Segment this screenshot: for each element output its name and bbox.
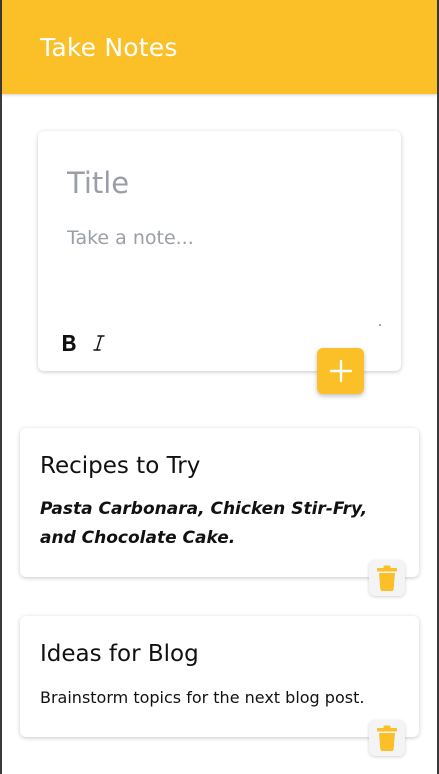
trash-icon	[377, 725, 397, 751]
app-title: Take Notes	[40, 33, 178, 62]
bold-icon[interactable]	[58, 331, 80, 355]
note-card: Ideas for Blog Brainstorm topics for the…	[20, 616, 419, 756]
note-content: Pasta Carbonara, Chicken Stir-Fry, and C…	[40, 499, 368, 548]
app-header: Take Notes	[2, 0, 437, 94]
note-composer	[38, 131, 401, 371]
title-input[interactable]	[67, 164, 377, 202]
note-title: Recipes to Try	[40, 453, 201, 479]
add-note-button[interactable]	[317, 348, 364, 394]
format-toolbar	[58, 331, 118, 355]
note-content-input[interactable]	[67, 227, 377, 317]
note-card: Recipes to Try Pasta Carbonara, Chicken …	[20, 428, 419, 596]
textarea-resize-mark	[379, 324, 381, 326]
note-content: Brainstorm topics for the next blog post…	[40, 688, 365, 707]
window-left-border	[0, 0, 2, 774]
trash-icon	[377, 565, 397, 591]
delete-note-button[interactable]	[369, 720, 405, 756]
note-title: Ideas for Blog	[40, 641, 199, 667]
delete-note-button[interactable]	[369, 560, 405, 596]
italic-icon[interactable]	[88, 331, 110, 355]
plus-icon	[329, 359, 352, 383]
